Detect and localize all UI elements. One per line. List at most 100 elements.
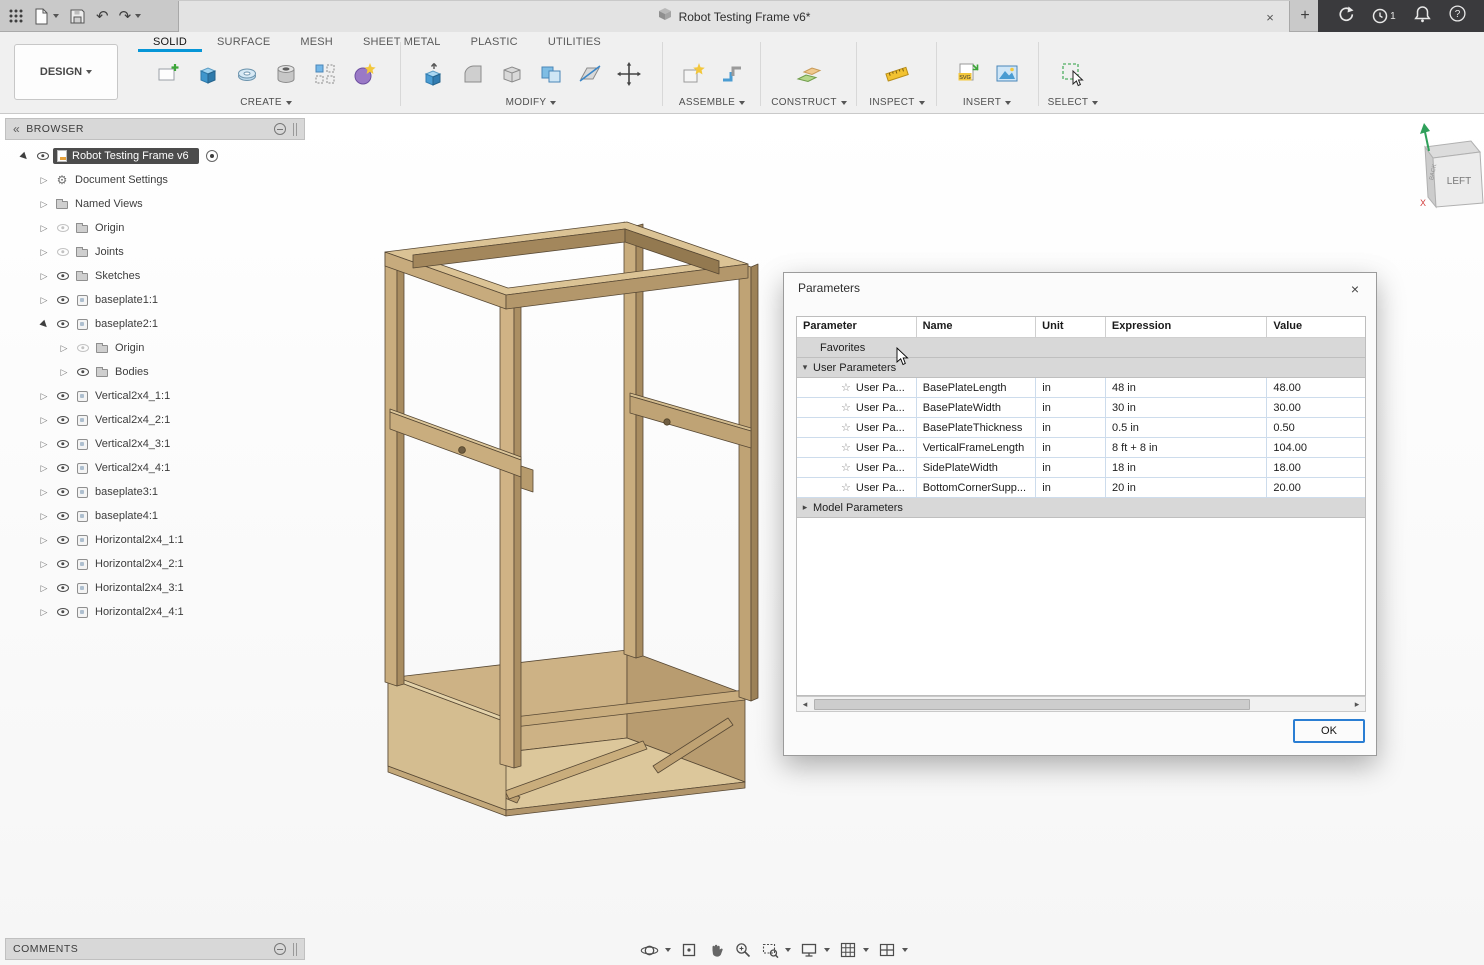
construction-plane-icon[interactable] xyxy=(791,55,827,93)
visibility-eye-icon[interactable] xyxy=(73,344,93,352)
expand-arrow-icon[interactable]: ▷ xyxy=(35,607,53,618)
redo-icon[interactable]: ↷ xyxy=(119,3,142,29)
tab-mesh[interactable]: MESH xyxy=(285,32,348,52)
parameter-row[interactable]: ☆User Pa... BasePlateThickness in 0.5 in… xyxy=(797,418,1365,438)
ok-button[interactable]: OK xyxy=(1293,719,1365,743)
expand-arrow-icon[interactable]: ▷ xyxy=(35,199,53,210)
file-menu-icon[interactable] xyxy=(34,3,59,29)
shell-icon[interactable] xyxy=(494,55,530,93)
comments-header[interactable]: COMMENTS xyxy=(5,938,305,960)
favorite-star-icon[interactable]: ☆ xyxy=(841,441,851,454)
expand-arrow-icon[interactable]: ▷ xyxy=(35,583,53,594)
close-tab-icon[interactable]: × xyxy=(1261,8,1279,26)
modify-dropdown[interactable]: MODIFY xyxy=(506,97,557,108)
browser-item-root[interactable]: ▶ Robot Testing Frame v6 xyxy=(5,144,305,168)
favorite-star-icon[interactable]: ☆ xyxy=(841,421,851,434)
app-grid-icon[interactable] xyxy=(8,3,24,29)
param-expression-cell[interactable]: 48 in xyxy=(1106,378,1267,398)
column-header[interactable]: Unit xyxy=(1036,317,1106,338)
scroll-left-icon[interactable]: ◂ xyxy=(797,697,813,711)
browser-item-origin[interactable]: ▷ Origin xyxy=(5,216,305,240)
param-expression-cell[interactable]: 18 in xyxy=(1106,458,1267,478)
section-collapsed-icon[interactable]: ▸ xyxy=(797,502,813,513)
tab-sheet-metal[interactable]: SHEET METAL xyxy=(348,32,456,52)
expand-arrow-icon[interactable]: ▷ xyxy=(35,487,53,498)
browser-item-vertical2x4-3[interactable]: ▷ Vertical2x4_3:1 xyxy=(5,432,305,456)
expand-arrow-icon[interactable]: ▷ xyxy=(35,295,53,306)
browser-item-vertical2x4-4[interactable]: ▷ Vertical2x4_4:1 xyxy=(5,456,305,480)
favorite-star-icon[interactable]: ☆ xyxy=(841,481,851,494)
visibility-eye-icon[interactable] xyxy=(53,224,73,232)
dialog-titlebar[interactable]: Parameters × xyxy=(784,273,1376,303)
visibility-eye-icon[interactable] xyxy=(53,272,73,280)
visibility-eye-icon[interactable] xyxy=(73,368,93,376)
expand-comments-icon[interactable] xyxy=(274,943,286,955)
save-icon[interactable] xyxy=(69,3,86,29)
expand-arrow-icon[interactable]: ▷ xyxy=(35,463,53,474)
favorite-star-icon[interactable]: ☆ xyxy=(841,461,851,474)
tab-solid[interactable]: SOLID xyxy=(138,32,202,52)
revolve-icon[interactable] xyxy=(229,55,265,93)
tab-plastic[interactable]: PLASTIC xyxy=(456,32,533,52)
browser-item-baseplate3[interactable]: ▷ baseplate3:1 xyxy=(5,480,305,504)
param-expression-cell[interactable]: 8 ft + 8 in xyxy=(1106,438,1267,458)
browser-item-named-views[interactable]: ▷ Named Views xyxy=(5,192,305,216)
visibility-eye-icon[interactable] xyxy=(53,464,73,472)
sync-status-icon[interactable] xyxy=(1336,5,1354,28)
column-header[interactable]: Parameter xyxy=(797,317,917,338)
selected-root-highlight[interactable]: Robot Testing Frame v6 xyxy=(53,148,199,164)
grid-settings-icon[interactable] xyxy=(839,941,869,959)
visibility-eye-icon[interactable] xyxy=(53,392,73,400)
construct-dropdown[interactable]: CONSTRUCT xyxy=(771,97,846,108)
param-expression-cell[interactable]: 20 in xyxy=(1106,478,1267,498)
form-icon[interactable] xyxy=(346,55,382,93)
press-pull-icon[interactable] xyxy=(416,55,452,93)
favorite-star-icon[interactable]: ☆ xyxy=(841,401,851,414)
param-expression-cell[interactable]: 0.5 in xyxy=(1106,418,1267,438)
visibility-eye-icon[interactable] xyxy=(33,152,53,160)
expand-arrow-icon[interactable]: ▷ xyxy=(35,223,53,234)
minimize-panel-icon[interactable] xyxy=(274,123,286,135)
tab-surface[interactable]: SURFACE xyxy=(202,32,285,52)
expand-arrow-icon[interactable]: ▷ xyxy=(35,175,53,186)
browser-item-joints[interactable]: ▷ Joints xyxy=(5,240,305,264)
undo-icon[interactable]: ↶ xyxy=(96,3,109,29)
expand-arrow-icon[interactable]: ▷ xyxy=(35,439,53,450)
visibility-eye-icon[interactable] xyxy=(53,416,73,424)
document-tab[interactable]: Robot Testing Frame v6* × xyxy=(178,1,1290,32)
move-copy-icon[interactable] xyxy=(611,55,647,93)
insert-svg-icon[interactable]: SVG xyxy=(950,55,986,93)
expand-arrow-icon[interactable]: ▷ xyxy=(35,511,53,522)
expand-arrow-icon[interactable]: ▷ xyxy=(55,343,73,354)
parameters-dialog[interactable]: Parameters × Parameter Name Unit Express… xyxy=(783,272,1377,756)
browser-item-document-settings[interactable]: ▷ ⚙ Document Settings xyxy=(5,168,305,192)
visibility-eye-icon[interactable] xyxy=(53,488,73,496)
visibility-eye-icon[interactable] xyxy=(53,248,73,256)
close-dialog-icon[interactable]: × xyxy=(1346,280,1364,298)
extrude-icon[interactable] xyxy=(190,55,226,93)
measure-icon[interactable] xyxy=(879,55,915,93)
insert-dropdown[interactable]: INSERT xyxy=(963,97,1011,108)
expand-arrow-icon[interactable]: ▷ xyxy=(35,391,53,402)
create-sketch-icon[interactable] xyxy=(151,55,187,93)
expand-arrow-icon[interactable]: ▶ xyxy=(15,151,33,162)
expand-arrow-icon[interactable]: ▷ xyxy=(35,559,53,570)
favorite-star-icon[interactable]: ☆ xyxy=(841,381,851,394)
job-status-icon[interactable]: 1 xyxy=(1372,8,1396,24)
browser-item-vertical2x4-2[interactable]: ▷ Vertical2x4_2:1 xyxy=(5,408,305,432)
orbit-icon[interactable] xyxy=(640,941,671,960)
parameter-row[interactable]: ☆User Pa... BasePlateWidth in 30 in 30.0… xyxy=(797,398,1365,418)
section-expanded-icon[interactable]: ▾ xyxy=(797,362,813,373)
expand-arrow-icon[interactable]: ▷ xyxy=(35,535,53,546)
user-parameters-section-row[interactable]: ▾ User Parameters xyxy=(797,358,1365,378)
expand-arrow-icon[interactable]: ▶ xyxy=(35,319,53,330)
combine-icon[interactable] xyxy=(533,55,569,93)
parameter-row[interactable]: ☆User Pa... BottomCornerSupp... in 20 in… xyxy=(797,478,1365,498)
pattern-icon[interactable] xyxy=(307,55,343,93)
browser-header[interactable]: « BROWSER xyxy=(5,118,305,140)
collapse-panel-icon[interactable]: « xyxy=(13,122,20,136)
zoom-icon[interactable] xyxy=(734,941,752,959)
column-header[interactable]: Expression xyxy=(1106,317,1267,338)
activate-component-radio[interactable] xyxy=(206,150,218,162)
new-tab-button[interactable]: + xyxy=(1294,5,1316,27)
